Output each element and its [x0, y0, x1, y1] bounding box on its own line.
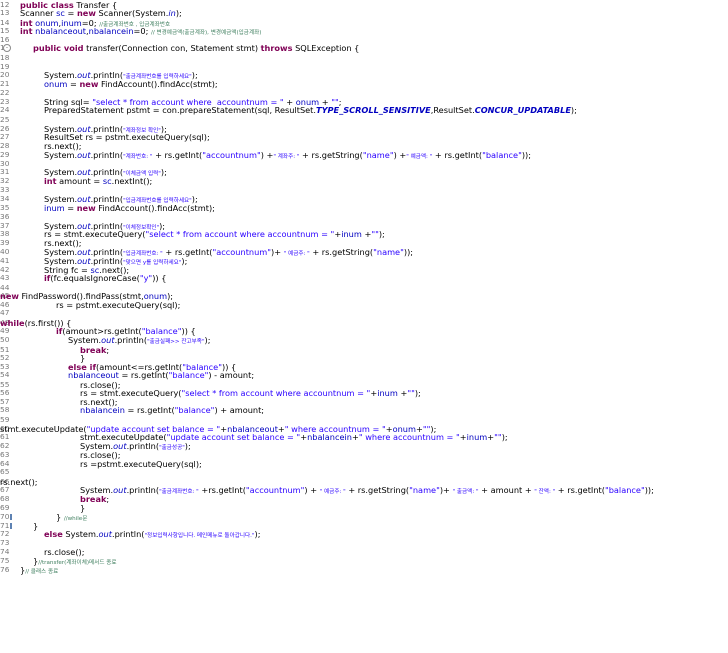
code-token: transfer(Connection con, Statement stmt)	[83, 43, 261, 53]
code-line[interactable]: 76 }// 클래스 종료	[0, 565, 728, 575]
code-line[interactable]: 58 nbalancein = rs.getInt("balance") + am…	[0, 405, 728, 415]
code-line[interactable]: 17-public void transfer(Connection con, …	[0, 43, 728, 53]
code-token: System.	[68, 335, 102, 345]
code-token: (fc.equalsIgnoreCase(	[50, 273, 140, 283]
code-line[interactable]: 43 if(fc.equalsIgnoreCase("y")) {	[0, 273, 728, 283]
code-token: nbalancein	[80, 405, 125, 415]
code-token: throws	[260, 43, 293, 53]
code-line[interactable]: 65	[0, 467, 728, 477]
line-number: 50	[0, 335, 10, 344]
code-token: );	[204, 335, 211, 345]
code-editor[interactable]: 12 public class Transfer {13 Scanner sc = …	[0, 0, 728, 653]
code-text: nbalancein = rs.getInt("balance") + amou…	[80, 405, 264, 415]
code-token: Scanner(System.	[95, 8, 169, 18]
code-token: CONCUR_UPDATABLE	[474, 105, 571, 115]
code-token: = rs.getInt(	[124, 405, 175, 415]
code-token: PreparedStatement pstmt = con.prepareSta…	[44, 105, 316, 115]
code-token: "y"	[139, 273, 153, 283]
code-token: Scanner	[20, 8, 57, 18]
change-marker-icon	[10, 514, 12, 520]
code-token: );	[175, 8, 182, 18]
code-token: =	[64, 8, 77, 18]
line-number: 43	[0, 273, 10, 282]
code-token: "balance"	[168, 370, 209, 380]
line-number: 24	[0, 105, 10, 114]
line-number: 47	[0, 308, 10, 317]
code-token: TYPE_SCROLL_SENSITIVE	[316, 105, 431, 115]
code-token: nbalanceout	[68, 370, 119, 380]
code-text: }// 클래스 종료	[20, 565, 58, 577]
code-line[interactable]: 24 PreparedStatement pstmt = con.prepareS…	[0, 105, 728, 115]
code-token: )) {	[152, 273, 167, 283]
line-number: 58	[0, 405, 10, 414]
code-line[interactable]: 54 nbalanceout = rs.getInt("balance") - a…	[0, 370, 728, 380]
code-token: SQLException {	[292, 43, 360, 53]
code-text: public void transfer(Connection con, Sta…	[33, 43, 359, 53]
line-number: 54	[0, 370, 10, 379]
code-line[interactable]: 13 Scanner sc = new Scanner(System.in);	[0, 8, 728, 18]
code-token: in	[168, 8, 176, 18]
code-line[interactable]: 50 System.out.println("출금실패>> 잔고부족");	[0, 335, 728, 345]
code-token: // 클래스 종료	[25, 569, 59, 575]
code-token: );	[570, 105, 577, 115]
code-token: .println(	[114, 335, 148, 345]
code-line[interactable]: 47	[0, 308, 728, 318]
code-token: public void	[33, 43, 84, 53]
code-token: ) - amount;	[208, 370, 255, 380]
code-token: out	[101, 335, 115, 345]
line-number: 13	[0, 8, 10, 17]
line-number: 65	[0, 467, 10, 476]
collapse-fold-icon[interactable]: -	[3, 44, 11, 52]
code-token: sc	[56, 8, 65, 18]
code-token: ,ResultSet.	[430, 105, 475, 115]
code-text: if(fc.equalsIgnoreCase("y")) {	[44, 273, 166, 283]
code-token: ) + amount;	[214, 405, 265, 415]
code-text: PreparedStatement pstmt = con.prepareSta…	[44, 105, 577, 115]
code-text: nbalanceout = rs.getInt("balance") - amo…	[68, 370, 254, 380]
code-text: Scanner sc = new Scanner(System.in);	[20, 8, 182, 18]
line-number: 76	[0, 565, 10, 574]
code-token: "balance"	[174, 405, 215, 415]
code-token: = rs.getInt(	[118, 370, 169, 380]
code-token: new	[76, 8, 96, 18]
